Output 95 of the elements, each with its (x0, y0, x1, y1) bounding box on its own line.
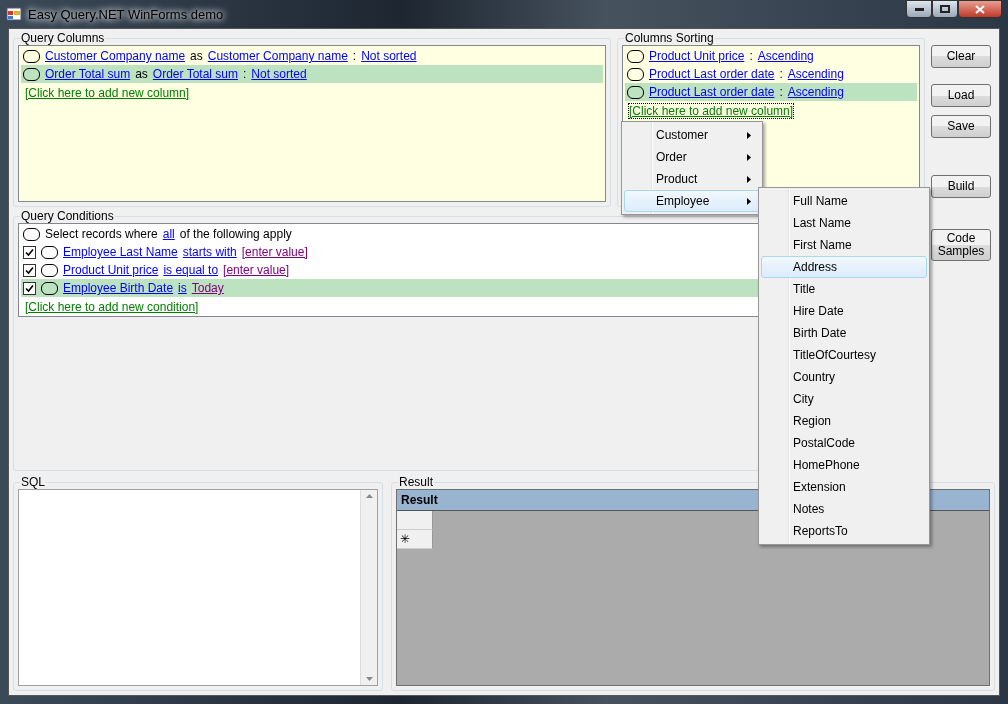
row-toggle[interactable] (23, 227, 40, 241)
menu-item[interactable]: Product (624, 168, 760, 190)
maximize-button[interactable] (932, 0, 958, 18)
link[interactable]: Customer Company name (207, 49, 348, 63)
link[interactable]: is (178, 281, 187, 295)
group-title: SQL (20, 475, 46, 489)
add-column-link[interactable]: [Click here to add new column] (24, 85, 191, 101)
checkbox[interactable] (23, 281, 36, 295)
action-button[interactable]: Save (931, 115, 991, 138)
menu-item[interactable]: HomePhone (761, 454, 927, 476)
menu-item[interactable]: Customer (624, 124, 760, 146)
menu-item[interactable]: Birth Date (761, 322, 927, 344)
link[interactable]: Not sorted (251, 67, 307, 81)
menu-item[interactable]: Full Name (761, 190, 927, 212)
menu-item[interactable]: TitleOfCourtesy (761, 344, 927, 366)
link[interactable]: Employee Birth Date (63, 281, 174, 295)
row-toggle[interactable] (41, 263, 58, 277)
maximize-icon (940, 5, 950, 13)
menu-item[interactable]: ReportsTo (761, 520, 927, 542)
link[interactable]: is equal to (163, 263, 219, 277)
row-toggle[interactable] (627, 85, 644, 99)
link[interactable]: all (162, 227, 175, 241)
row-text: : (243, 67, 247, 81)
action-button[interactable]: Clear (931, 45, 991, 68)
list-row[interactable]: Product Unit price : Ascending (625, 47, 917, 65)
link[interactable]: Customer Company name (45, 49, 186, 63)
row-text: as (135, 67, 148, 81)
window-title: Easy Query.NET WinForms demo (28, 6, 224, 22)
menu-item[interactable]: Order (624, 146, 760, 168)
menu-item[interactable]: Hire Date (761, 300, 927, 322)
menu-item[interactable]: Country (761, 366, 927, 388)
group-title: Query Conditions (20, 209, 115, 223)
row-text: : (352, 49, 357, 63)
menu-item[interactable]: City (761, 388, 927, 410)
row-toggle[interactable] (23, 67, 40, 81)
scrollbar[interactable] (360, 490, 377, 685)
row-text: : (779, 67, 783, 81)
new-row-marker: ✳ (397, 530, 433, 549)
link[interactable]: Ascending (787, 67, 844, 81)
link[interactable]: Product Last order date (649, 85, 775, 99)
row-header (397, 511, 433, 530)
link[interactable]: Order Total sum (45, 67, 131, 81)
row-text: of the following apply (179, 227, 292, 241)
list-row[interactable]: Product Last order date : Ascending (625, 65, 917, 83)
group-title: Columns Sorting (624, 31, 715, 45)
action-button[interactable]: Build (931, 175, 991, 198)
scroll-down-icon[interactable] (365, 677, 373, 681)
submenu-arrow-icon (747, 175, 751, 183)
menu-item[interactable]: Region (761, 410, 927, 432)
action-button[interactable]: Code Samples (931, 229, 991, 261)
minimize-icon (914, 7, 924, 11)
link[interactable]: [enter value] (241, 245, 308, 259)
link[interactable]: Not sorted (361, 49, 417, 63)
add-column-link[interactable]: [Click here to add new column] (628, 103, 795, 119)
checkbox[interactable] (23, 245, 36, 259)
group-title: Query Columns (20, 31, 106, 45)
row-toggle[interactable] (627, 49, 644, 63)
scroll-up-icon[interactable] (365, 494, 373, 498)
row-toggle[interactable] (41, 245, 58, 259)
row-toggle[interactable] (23, 49, 40, 63)
row-toggle[interactable] (627, 67, 644, 81)
link[interactable]: Ascending (757, 49, 814, 63)
list-row[interactable]: Customer Company name as Customer Company name : Not sorted (21, 47, 603, 65)
row-text: Select records where (45, 227, 158, 241)
row-text: : (749, 49, 753, 63)
menu-item[interactable]: PostalCode (761, 432, 927, 454)
menu-item[interactable]: First Name (761, 234, 927, 256)
add-condition-link[interactable]: [Click here to add new condition] (24, 299, 200, 315)
close-button[interactable] (958, 0, 1002, 18)
link[interactable]: Product Unit price (649, 49, 745, 63)
link[interactable]: Product Unit price (63, 263, 159, 277)
link[interactable]: Ascending (787, 85, 844, 99)
row-text: : (779, 85, 783, 99)
submenu-arrow-icon (747, 197, 751, 205)
menu-item[interactable]: Last Name (761, 212, 927, 234)
checkbox[interactable] (23, 263, 36, 277)
menu-item[interactable]: Employee (624, 190, 760, 212)
menu-item[interactable]: Address (761, 256, 927, 278)
row-toggle[interactable] (41, 281, 58, 295)
action-button[interactable]: Load (931, 84, 991, 107)
link[interactable]: [enter value] (223, 263, 290, 277)
link[interactable]: Order Total sum (152, 67, 238, 81)
app-icon (6, 6, 22, 22)
link[interactable]: Employee Last Name (63, 245, 178, 259)
minimize-button[interactable] (906, 0, 932, 18)
link[interactable]: Today (191, 281, 224, 295)
list-row[interactable]: Product Last order date : Ascending (625, 83, 917, 101)
group-title: Result (398, 475, 434, 489)
submenu-arrow-icon (747, 131, 751, 139)
link[interactable]: Product Last order date (649, 67, 775, 81)
submenu-arrow-icon (747, 153, 751, 161)
row-text: as (190, 49, 203, 63)
list-row[interactable]: Order Total sum as Order Total sum : Not sorted (21, 65, 603, 83)
close-icon (975, 4, 985, 14)
link[interactable]: starts with (182, 245, 237, 259)
